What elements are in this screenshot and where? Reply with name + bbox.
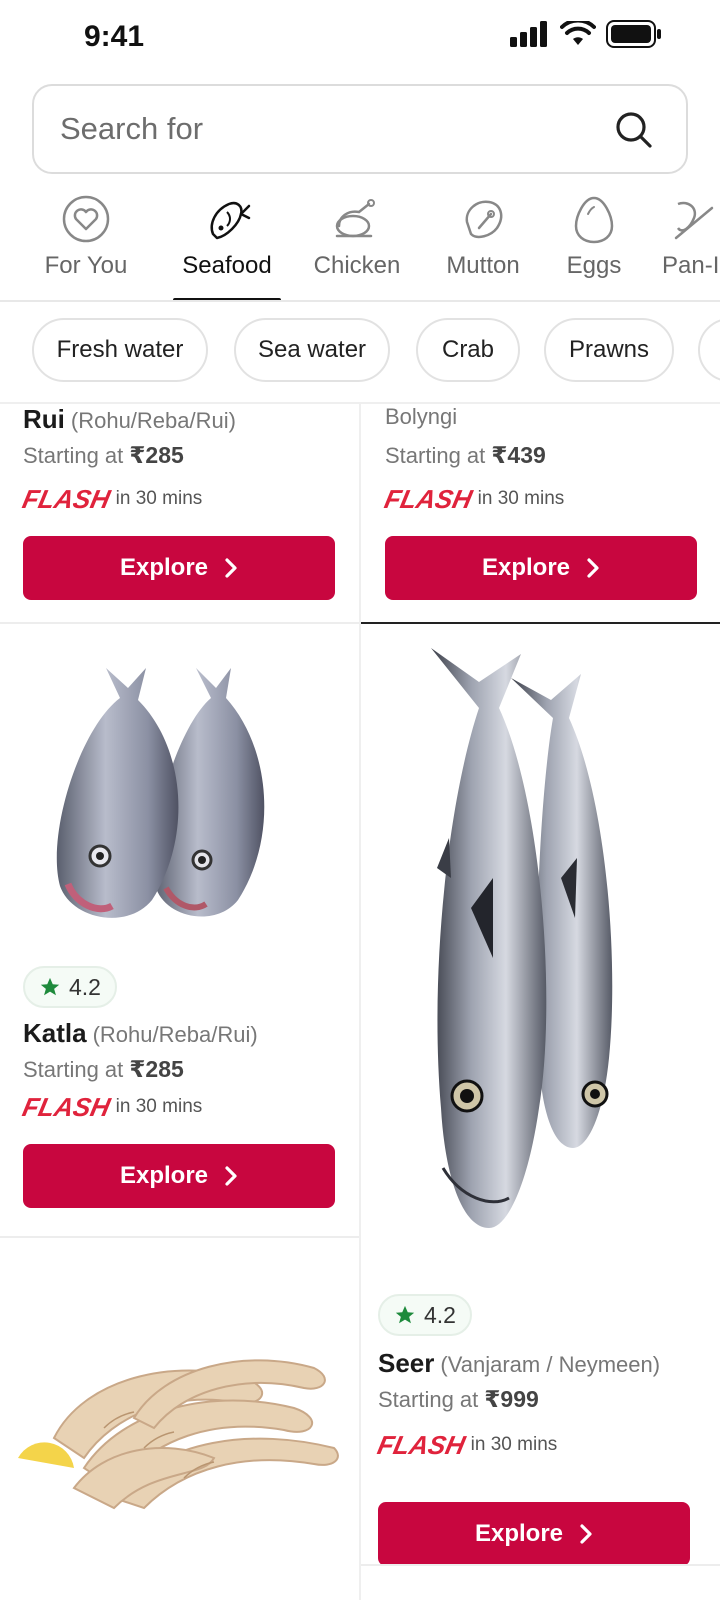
status-bar: 9:41	[0, 0, 720, 70]
mutton-icon	[465, 200, 503, 239]
explore-button[interactable]: Explore	[23, 1144, 335, 1208]
product-card-rui[interactable]: Rui (Rohu/Reba/Rui) Starting at ₹285 FLAS…	[0, 404, 359, 622]
chip-sea-water[interactable]: Sea water	[234, 318, 390, 382]
flash-logo: FLASH	[19, 1092, 113, 1122]
product-price-line: Starting at ₹285	[23, 442, 184, 469]
flash-logo: FLASH	[381, 484, 475, 514]
chevron-right-icon	[225, 1166, 237, 1186]
product-price: ₹439	[491, 442, 546, 468]
chevron-right-icon	[225, 558, 237, 578]
product-card-prawns[interactable]	[0, 1238, 359, 1600]
product-price-line: Starting at ₹285	[23, 1056, 184, 1083]
product-name: Katla	[23, 1018, 87, 1048]
product-name: Rui	[23, 404, 65, 434]
starting-label: Starting at	[23, 443, 124, 468]
product-alt-names: (Rohu/Reba/Rui)	[92, 1022, 258, 1047]
star-icon	[395, 1305, 415, 1324]
explore-button[interactable]: Explore	[385, 536, 697, 600]
product-name-line: Rui (Rohu/Reba/Rui)	[23, 404, 236, 435]
tab-label: For You	[44, 252, 128, 279]
starting-label: Starting at	[378, 1387, 479, 1412]
search-input[interactable]	[60, 86, 620, 172]
tab-eggs[interactable]: Eggs	[548, 190, 640, 300]
delivery-time: in 30 mins	[115, 488, 203, 509]
search-box[interactable]	[32, 84, 688, 174]
tab-seafood[interactable]: Seafood	[165, 190, 289, 300]
rating-value: 4.2	[69, 973, 101, 1000]
explore-button[interactable]: Explore	[378, 1502, 690, 1566]
product-alt-names: Bolyngi	[385, 404, 458, 429]
tab-label: Pan-I	[662, 252, 720, 279]
product-name-line: Katla (Rohu/Reba/Rui)	[23, 1018, 258, 1049]
product-price: ₹999	[484, 1386, 539, 1412]
chevron-right-icon	[580, 1524, 592, 1544]
product-price-line: Starting at ₹439	[385, 442, 546, 469]
category-tabs: For You Seafood Chicken Mutton Eggs Pan-…	[0, 190, 720, 302]
tab-label: Mutton	[446, 252, 520, 279]
product-name-line: Bolyngi	[385, 404, 457, 430]
product-card-seer[interactable]: 4.2 Seer (Vanjaram / Neymeen) Starting at…	[361, 624, 720, 1566]
product-name-line: Seer (Vanjaram / Neymeen)	[378, 1348, 660, 1379]
signal-icon	[510, 21, 547, 47]
seer-fish-image	[431, 648, 613, 1228]
row-divider	[361, 1564, 720, 1566]
delivery-time: in 30 mins	[477, 488, 565, 509]
starting-label: Starting at	[385, 443, 486, 468]
starting-label: Starting at	[23, 1057, 124, 1082]
flash-logo: FLASH	[19, 484, 113, 514]
chicken-icon	[335, 199, 375, 238]
tab-mutton[interactable]: Mutton	[428, 190, 538, 300]
tab-label: Seafood	[182, 252, 272, 279]
rating-badge: 4.2	[378, 1294, 472, 1336]
tab-label: Eggs	[566, 252, 622, 279]
delivery-time: in 30 mins	[115, 1096, 203, 1117]
flash-logo: FLASH	[374, 1430, 468, 1460]
subcategory-chips: Fresh water Sea water Crab Prawns	[0, 318, 720, 390]
rating-value: 4.2	[424, 1301, 456, 1328]
prawns-image	[18, 1359, 339, 1510]
tab-chicken[interactable]: Chicken	[300, 190, 414, 300]
product-alt-names: (Vanjaram / Neymeen)	[440, 1352, 661, 1377]
delivery-info: FLASH in 30 mins	[19, 484, 203, 514]
product-alt-names: (Rohu/Reba/Rui)	[70, 408, 236, 433]
tab-pan-india[interactable]: Pan-I	[650, 190, 720, 300]
star-icon	[40, 977, 60, 996]
egg-icon	[574, 196, 614, 244]
product-name: Seer	[378, 1348, 435, 1378]
product-price: ₹285	[129, 1056, 184, 1082]
chip-fresh-water[interactable]: Fresh water	[32, 318, 208, 382]
chip-prawns[interactable]: Prawns	[544, 318, 674, 382]
status-time: 9:41	[84, 20, 145, 53]
explore-label: Explore	[119, 1162, 209, 1189]
product-price-line: Starting at ₹999	[378, 1386, 539, 1413]
delivery-info: FLASH in 30 mins	[381, 484, 565, 514]
tab-for-you[interactable]: For You	[24, 190, 148, 300]
product-price: ₹285	[129, 442, 184, 468]
explore-button[interactable]: Explore	[23, 536, 335, 600]
wifi-icon	[560, 21, 596, 45]
heart-icon	[62, 195, 110, 243]
explore-label: Explore	[481, 554, 571, 581]
product-grid: Rui (Rohu/Reba/Rui) Starting at ₹285 FLAS…	[0, 402, 720, 1600]
search-icon[interactable]	[614, 110, 654, 150]
chevron-right-icon	[587, 558, 599, 578]
product-card-katla[interactable]: 4.2 Katla (Rohu/Reba/Rui) Starting at ₹28…	[0, 624, 359, 1236]
chip-crab[interactable]: Crab	[416, 318, 520, 382]
pan-icon	[674, 201, 714, 240]
explore-label: Explore	[119, 554, 209, 581]
battery-icon	[606, 20, 661, 48]
tab-label: Chicken	[313, 252, 401, 279]
rating-badge: 4.2	[23, 966, 117, 1008]
product-card-bolyngi[interactable]: Bolyngi Starting at ₹439 FLASH in 30 min…	[361, 404, 720, 622]
active-tab-indicator	[173, 298, 281, 300]
chip-more[interactable]	[698, 318, 720, 382]
delivery-time: in 30 mins	[470, 1434, 558, 1455]
delivery-info: FLASH in 30 mins	[374, 1430, 558, 1460]
delivery-info: FLASH in 30 mins	[19, 1092, 203, 1122]
fish-icon	[210, 201, 251, 240]
katla-fish-image	[56, 668, 265, 918]
status-icons	[510, 20, 662, 48]
explore-label: Explore	[474, 1520, 564, 1547]
